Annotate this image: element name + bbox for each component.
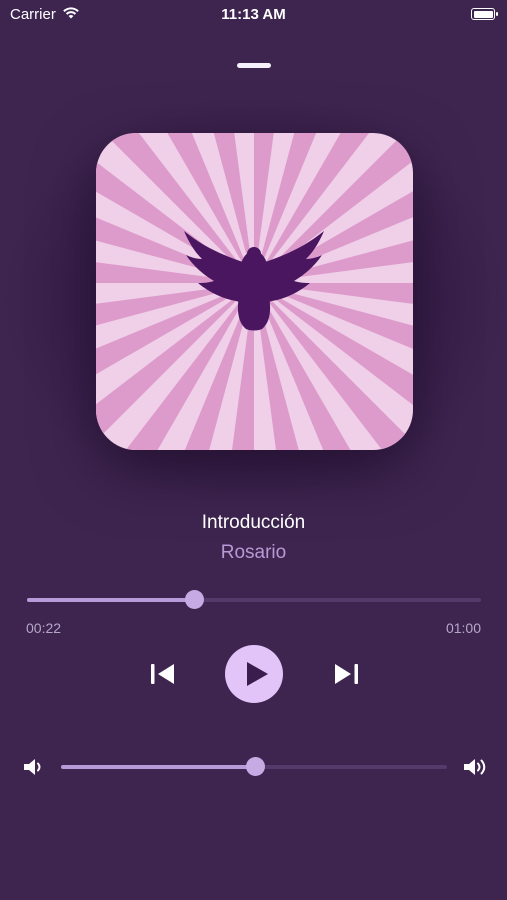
track-title: Introducción: [201, 512, 306, 533]
total-time: 01:00: [445, 620, 481, 636]
battery-icon: [471, 8, 498, 20]
elapsed-time: 00:22: [26, 620, 62, 636]
speaker-high-icon: [464, 759, 486, 775]
dismiss-grabber-handle[interactable]: [237, 63, 271, 68]
progress-fill: [27, 598, 195, 602]
backward-end-icon: [151, 664, 174, 684]
track-artist: Rosario: [220, 542, 287, 563]
play-icon: [247, 662, 268, 686]
speaker-low-icon: [24, 759, 41, 775]
forward-end-icon: [335, 664, 358, 684]
play-button[interactable]: [225, 645, 283, 703]
album-artwork: [96, 133, 413, 450]
status-bar: Carrier 11:13 AM: [0, 0, 507, 30]
artwork-image: [96, 133, 413, 450]
volume-fill: [61, 765, 256, 769]
volume-thumb[interactable]: [246, 757, 266, 776]
volume-slider[interactable]: [61, 757, 447, 776]
playback-progress-slider[interactable]: [27, 590, 481, 609]
progress-thumb[interactable]: [185, 590, 205, 609]
status-clock: 11:13 AM: [221, 6, 286, 23]
previous-track-button[interactable]: [150, 662, 178, 686]
next-track-button[interactable]: [331, 662, 359, 686]
now-playing-screen: Carrier 11:13 AM Introducción Rosario 00…: [0, 0, 507, 900]
